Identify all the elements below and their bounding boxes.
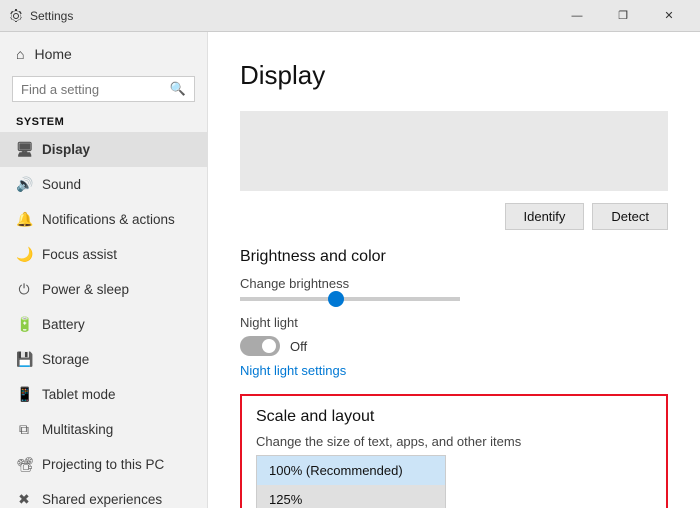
sidebar-item-display-label: Display: [42, 142, 90, 157]
tablet-icon: 📱: [16, 386, 32, 403]
scale-description: Change the size of text, apps, and other…: [256, 434, 652, 449]
system-section-label: System: [0, 110, 207, 132]
window-title: Settings: [30, 9, 554, 23]
home-label: Home: [34, 46, 71, 62]
restore-button[interactable]: ❐: [600, 0, 646, 32]
settings-icon: [8, 8, 24, 24]
battery-icon: 🔋: [16, 316, 32, 333]
night-light-state: Off: [290, 339, 307, 354]
storage-icon: 💾: [16, 351, 32, 368]
power-icon: ⏻: [16, 281, 32, 298]
sound-icon: 🔊: [16, 176, 32, 193]
sidebar-item-tablet-label: Tablet mode: [42, 387, 116, 402]
sidebar-item-storage[interactable]: 💾 Storage: [0, 342, 207, 377]
search-icon: 🔍: [170, 81, 186, 97]
sidebar-item-sound[interactable]: 🔊 Sound: [0, 167, 207, 202]
detect-button[interactable]: Detect: [592, 203, 668, 230]
scale-option-100[interactable]: 100% (Recommended): [257, 456, 445, 485]
sidebar-item-focus-label: Focus assist: [42, 247, 117, 262]
scale-section: Scale and layout Change the size of text…: [240, 394, 668, 508]
brightness-slider-wrap: Change brightness: [240, 276, 668, 301]
sidebar-item-projecting[interactable]: 📽 Projecting to this PC: [0, 447, 207, 482]
search-input[interactable]: [21, 82, 164, 97]
notifications-icon: 🔔: [16, 211, 32, 228]
sidebar-item-storage-label: Storage: [42, 352, 89, 367]
sidebar-item-focus[interactable]: 🌙 Focus assist: [0, 237, 207, 272]
night-light-label: Night light: [240, 315, 668, 330]
sidebar-item-power-label: Power & sleep: [42, 282, 129, 297]
brightness-section-title: Brightness and color: [240, 248, 668, 266]
sidebar-item-display[interactable]: 🖥 Display: [0, 132, 207, 167]
display-icon: 🖥: [16, 141, 32, 158]
scale-dropdown[interactable]: 100% (Recommended) 125% 150% 175%: [256, 455, 446, 508]
display-buttons: Identify Detect: [240, 203, 668, 230]
toggle-knob: [262, 339, 276, 353]
display-preview: [240, 111, 668, 191]
sidebar-item-multitasking[interactable]: ⧉ Multitasking: [0, 412, 207, 447]
shared-icon: ✖: [16, 491, 32, 508]
page-title: Display: [240, 60, 668, 91]
minimize-button[interactable]: —: [554, 0, 600, 32]
sidebar-home[interactable]: ⌂ Home: [0, 36, 207, 72]
brightness-thumb[interactable]: [328, 291, 344, 307]
sidebar-item-power[interactable]: ⏻ Power & sleep: [0, 272, 207, 307]
sidebar-item-notifications[interactable]: 🔔 Notifications & actions: [0, 202, 207, 237]
scale-section-title: Scale and layout: [256, 408, 652, 426]
focus-icon: 🌙: [16, 246, 32, 263]
titlebar: Settings — ❐ ✕: [0, 0, 700, 32]
close-button[interactable]: ✕: [646, 0, 692, 32]
sidebar-item-tablet[interactable]: 📱 Tablet mode: [0, 377, 207, 412]
sidebar-item-shared-label: Shared experiences: [42, 492, 162, 507]
window-controls: — ❐ ✕: [554, 0, 692, 32]
app-body: ⌂ Home 🔍 System 🖥 Display 🔊 Sound 🔔 Noti…: [0, 32, 700, 508]
night-light-row: Off: [240, 336, 668, 356]
night-light-toggle[interactable]: [240, 336, 280, 356]
change-brightness-label: Change brightness: [240, 276, 668, 291]
scale-option-125[interactable]: 125%: [257, 485, 445, 508]
sidebar-item-projecting-label: Projecting to this PC: [42, 457, 164, 472]
identify-button[interactable]: Identify: [505, 203, 585, 230]
sidebar-item-notifications-label: Notifications & actions: [42, 212, 175, 227]
sidebar-item-battery-label: Battery: [42, 317, 85, 332]
night-light-settings-link[interactable]: Night light settings: [240, 363, 346, 378]
home-icon: ⌂: [16, 46, 24, 62]
sidebar-item-shared[interactable]: ✖ Shared experiences: [0, 482, 207, 508]
sidebar-item-battery[interactable]: 🔋 Battery: [0, 307, 207, 342]
multitasking-icon: ⧉: [16, 421, 32, 438]
main-content: Display Identify Detect Brightness and c…: [208, 32, 700, 508]
sidebar: ⌂ Home 🔍 System 🖥 Display 🔊 Sound 🔔 Noti…: [0, 32, 208, 508]
sidebar-item-sound-label: Sound: [42, 177, 81, 192]
projecting-icon: 📽: [16, 456, 32, 473]
sidebar-item-multitasking-label: Multitasking: [42, 422, 113, 437]
brightness-slider[interactable]: [240, 297, 460, 301]
search-box[interactable]: 🔍: [12, 76, 195, 102]
